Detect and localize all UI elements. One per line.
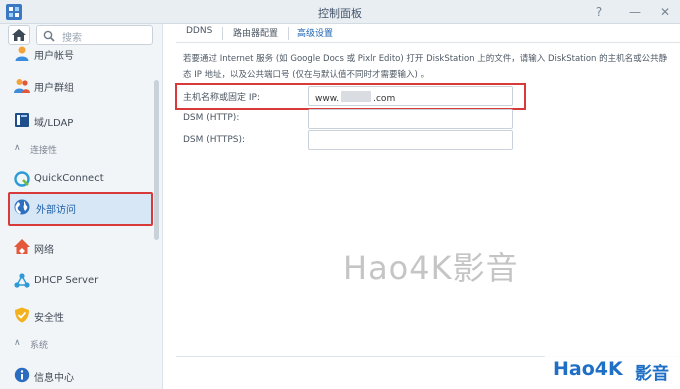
description-text: 若要通过 Internet 服务 (如 Google Docs 或 Pixlr … [183,51,673,83]
sidebar-item-info-center[interactable]: 信息中心 [8,360,153,389]
quickconnect-icon [14,171,30,187]
description-line: 若要通过 Internet 服务 (如 Google Docs 或 Pixlr … [183,54,668,64]
tab-router-config[interactable]: 路由器配置 [233,26,278,41]
sidebar-item-label: 信息中心 [34,373,74,384]
sidebar-item-domain-ldap[interactable]: 域/LDAP [8,105,153,135]
sidebar-item-label: 用户帐号 [34,51,74,62]
watermark-badge: Hao4K 影音 [545,355,680,389]
group-icon [14,79,30,93]
tab-separator [222,27,223,40]
info-icon [14,367,30,383]
redacted-block [341,91,372,102]
sidebar-item-quickconnect[interactable]: QuickConnect [8,164,153,194]
sidebar-item-label: DHCP Server [34,275,99,286]
section-label: 连接性 [30,146,58,156]
hostname-prefix: www. [315,94,340,104]
sidebar-item-dhcp-server[interactable]: DHCP Server [8,266,153,296]
sidebar: 搜索 用户帐号 用户群组 域/LDAP ∧ 连接性 QuickConnect 外… [0,24,163,389]
network-icon [14,239,30,254]
section-connectivity[interactable]: ∧ 连接性 [8,141,153,157]
sidebar-item-label: 域/LDAP [34,118,74,129]
sidebar-item-label: QuickConnect [34,173,104,184]
help-button[interactable]: ? [590,3,608,21]
tab-separator [288,27,289,40]
sidebar-item-label: 用户群组 [34,83,74,94]
globe-icon [14,199,30,215]
hostname-input[interactable]: www. .com [308,86,513,106]
sidebar-scrollbar[interactable] [154,80,159,240]
chevron-up-icon: ∧ [14,338,21,348]
section-label: 系统 [30,341,49,351]
watermark-text: Hao4K影音 [343,249,519,287]
tab-advanced-settings[interactable]: 高级设置 [297,26,333,41]
domain-icon [15,113,29,127]
tab-divider [176,42,680,43]
shield-icon [15,307,29,323]
dsm-http-label: DSM (HTTP): [183,113,240,123]
sidebar-item-external-access[interactable]: 外部访问 [8,192,153,226]
sidebar-item-security[interactable]: 安全性 [8,300,153,330]
watermark-cn: 影音 [635,364,669,384]
sidebar-item-network[interactable]: 网络 [8,232,153,262]
dsm-https-input[interactable] [308,130,513,150]
dsm-http-input[interactable] [308,109,513,129]
dhcp-icon [14,273,30,288]
user-icon [15,46,29,61]
title-bar: 控制面板 ? — ✕ [0,0,680,24]
section-system[interactable]: ∧ 系统 [8,336,153,352]
hostname-suffix: .com [373,94,396,104]
sidebar-item-user-account[interactable]: 用户帐号 [8,38,153,68]
sidebar-item-label: 网络 [34,245,54,256]
tab-ddns[interactable]: DDNS [186,26,212,41]
description-line: 态 IP 地址，以及公共端口号 (仅在与默认值不同时才需要输入) 。 [183,70,430,80]
dsm-https-label: DSM (HTTPS): [183,135,246,145]
sidebar-item-label: 外部访问 [36,205,76,216]
chevron-up-icon: ∧ [14,143,21,153]
watermark-en: Hao4K [553,358,623,380]
window-title: 控制面板 [318,7,362,20]
sidebar-item-label: 安全性 [34,313,64,324]
hostname-label: 主机名称或固定 IP: [183,93,260,103]
close-button[interactable]: ✕ [656,3,674,21]
sidebar-item-user-group[interactable]: 用户群组 [8,70,153,100]
minimize-button[interactable]: — [626,3,644,21]
